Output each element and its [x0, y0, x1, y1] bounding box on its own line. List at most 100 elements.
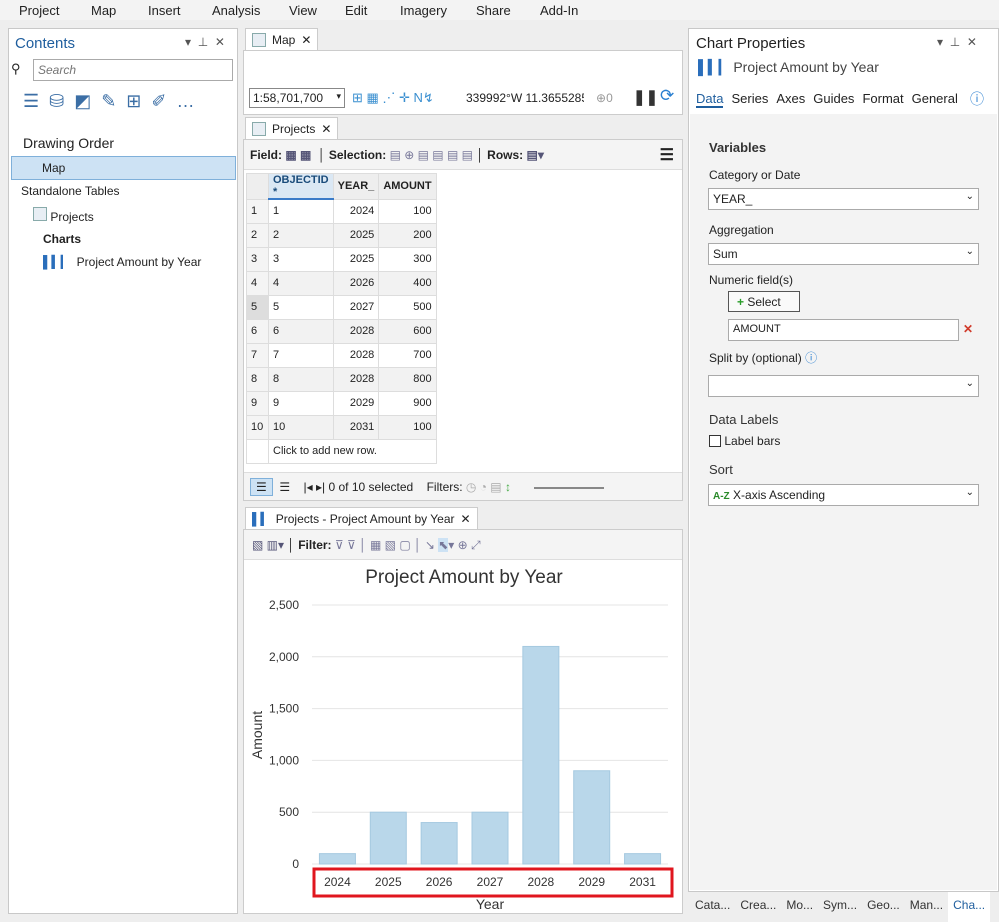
table-cell[interactable]: 100 [378, 414, 437, 440]
tab-chart[interactable]: ▌▍ Projects - Project Amount by Year ✕ [245, 507, 478, 529]
table-view-icon[interactable]: ☰ [250, 478, 273, 496]
col-header[interactable]: YEAR_ [332, 173, 380, 200]
table-cell[interactable]: 10 [268, 414, 334, 440]
checkbox[interactable] [709, 435, 721, 447]
table-cell[interactable]: 200 [378, 222, 437, 248]
menu-map[interactable]: Map [91, 1, 116, 18]
row-number[interactable]: 1 [246, 198, 269, 224]
table-cell[interactable]: 2026 [332, 270, 380, 296]
menu-icon[interactable]: ☰ [660, 145, 674, 165]
tab-format[interactable]: Format [862, 91, 903, 108]
table-cell[interactable]: 5 [268, 294, 334, 320]
table-row[interactable]: 10 10 2031 100 [246, 414, 437, 440]
chart-filter-tools[interactable]: ⊽ ⊽ │ ▦ ▧ ▢ │ ↘ ⬉▾ ⊕ ⤢ [335, 538, 481, 552]
row-number[interactable]: 3 [246, 246, 269, 272]
table-cell[interactable]: 2029 [332, 390, 380, 416]
bottom-tab[interactable]: Man... [905, 892, 948, 922]
chart-tools[interactable]: ▧ ▥▾ [252, 538, 284, 552]
table-row[interactable]: 5 5 2027 500 [246, 294, 437, 320]
row-number[interactable]: 7 [246, 342, 269, 368]
table-cell[interactable]: 2028 [332, 366, 380, 392]
table-row[interactable]: 3 3 2025 300 [246, 246, 437, 272]
split-select[interactable]: ⌄ [708, 375, 979, 397]
row-number[interactable]: 10 [246, 414, 269, 440]
table-cell[interactable]: 2027 [332, 294, 380, 320]
close-icon[interactable]: ✕ [321, 122, 331, 136]
tab-axes[interactable]: Axes [776, 91, 805, 108]
table-cell[interactable]: 400 [378, 270, 437, 296]
table-cell[interactable]: 4 [268, 270, 334, 296]
table-cell[interactable]: 6 [268, 318, 334, 344]
nav-first-icon[interactable]: |◂ [304, 480, 313, 494]
nav-last-icon[interactable]: ▸| [316, 480, 325, 494]
close-icon[interactable]: ✕ [461, 512, 471, 526]
table-cell[interactable]: 2 [268, 222, 334, 248]
table-row[interactable]: 8 8 2028 800 [246, 366, 437, 392]
help-icon[interactable]: ⓘ [970, 89, 984, 109]
bottom-tab[interactable]: Crea... [735, 892, 781, 922]
filter-tools[interactable]: ◷ ◔ ▤ [466, 480, 502, 494]
table-cell[interactable]: 2025 [332, 222, 380, 248]
add-row[interactable]: Click to add new row. [268, 438, 437, 464]
table-row[interactable]: 9 9 2029 900 [246, 390, 437, 416]
tab-series[interactable]: Series [731, 91, 768, 108]
bottom-tab[interactable]: Mo... [781, 892, 818, 922]
bottom-tab[interactable]: Geo... [862, 892, 905, 922]
row-number[interactable]: 9 [246, 390, 269, 416]
category-select[interactable]: YEAR_ ⌄ [708, 188, 979, 210]
table-row[interactable]: 6 6 2028 600 [246, 318, 437, 344]
menu-addin[interactable]: Add-In [540, 1, 578, 18]
menu-edit[interactable]: Edit [345, 1, 367, 18]
map-nav-tools[interactable]: ⊞ ▦ ⋰ ✛ N↯ [352, 90, 434, 106]
table-cell[interactable]: 900 [378, 390, 437, 416]
refresh-icon[interactable]: ⟳ [660, 86, 674, 106]
table-cell[interactable]: 300 [378, 246, 437, 272]
table-projects[interactable]: Projects [33, 207, 94, 224]
table-cell[interactable]: 3 [268, 246, 334, 272]
menu-imagery[interactable]: Imagery [400, 1, 447, 18]
row-number[interactable]: 2 [246, 222, 269, 248]
row-number[interactable]: 8 [246, 366, 269, 392]
menu-analysis[interactable]: Analysis [212, 1, 260, 18]
menu-insert[interactable]: Insert [148, 1, 181, 18]
table-cell[interactable]: 100 [378, 198, 437, 224]
close-icon[interactable]: ✕ [301, 33, 311, 47]
label-bars-checkbox[interactable]: Label bars [709, 434, 780, 448]
contents-toolbar[interactable]: ☰⛁◩✎⊞✐… [23, 91, 204, 112]
contents-search-input[interactable] [33, 59, 233, 81]
row-number[interactable]: 4 [246, 270, 269, 296]
table-row[interactable]: 2 2 2025 200 [246, 222, 437, 248]
col-header[interactable]: OBJECTID * [268, 173, 334, 200]
table-cell[interactable]: 9 [268, 390, 334, 416]
table-cell[interactable]: 700 [378, 342, 437, 368]
menu-view[interactable]: View [289, 1, 317, 18]
standalone-tables[interactable]: Standalone Tables [21, 184, 120, 198]
filter-icon[interactable]: ⚲ [11, 61, 21, 77]
table-cell[interactable]: 2025 [332, 246, 380, 272]
table-cell[interactable]: 2031 [332, 414, 380, 440]
table-cell[interactable]: 2024 [332, 198, 380, 224]
tab-data[interactable]: Data [696, 91, 724, 108]
table-cell[interactable]: 2028 [332, 342, 380, 368]
numeric-field[interactable]: AMOUNT [728, 319, 959, 341]
table-row[interactable]: 7 7 2028 700 [246, 342, 437, 368]
table-row[interactable]: 1 1 2024 100 [246, 198, 437, 224]
table-cell[interactable]: 500 [378, 294, 437, 320]
field-tools[interactable]: ▦ ▦ [285, 148, 311, 162]
aggregation-select[interactable]: Sum ⌄ [708, 243, 979, 265]
pane-controls[interactable]: ▾ ⊥ ✕ [937, 35, 977, 49]
row-number[interactable]: 5 [246, 294, 269, 320]
zoom-slider[interactable] [534, 486, 605, 489]
layer-map[interactable]: Map [11, 156, 236, 180]
menu-share[interactable]: Share [476, 1, 511, 18]
menu-project[interactable]: Project [19, 1, 59, 18]
selection-tools[interactable]: ▤ ⊕ ▤ ▤ ▤ ▤ [390, 148, 473, 162]
table-cell[interactable]: 7 [268, 342, 334, 368]
bottom-tab[interactable]: Sym... [818, 892, 862, 922]
table-cell[interactable]: 800 [378, 366, 437, 392]
table-cell[interactable]: 600 [378, 318, 437, 344]
tab-projects[interactable]: Projects ✕ [245, 117, 339, 139]
table-cell[interactable]: 1 [268, 198, 334, 224]
table-row[interactable]: 4 4 2026 400 [246, 270, 437, 296]
scale-select[interactable]: 1:58,701,700 ▾ [249, 88, 345, 108]
